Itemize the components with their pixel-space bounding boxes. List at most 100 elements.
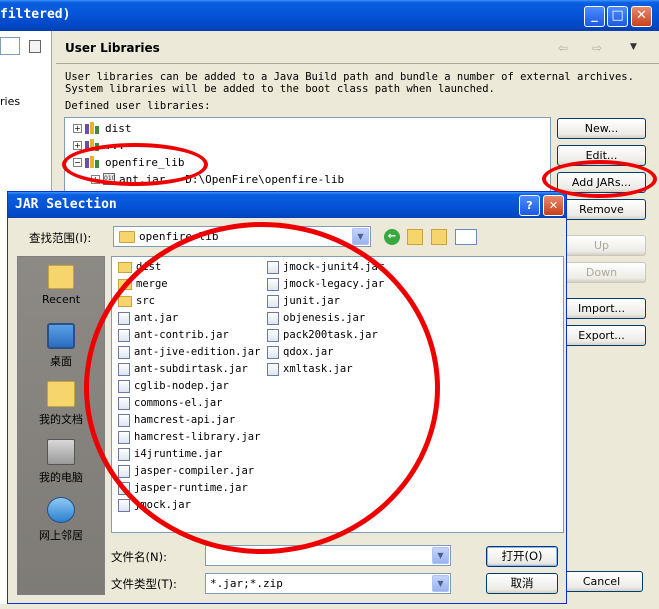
file-name: ant-contrib.jar (134, 329, 229, 341)
jar-file-icon (118, 345, 130, 359)
jar-file-icon (267, 362, 279, 376)
tree-item-user-libraries[interactable]: ries (0, 95, 20, 108)
jar-file-icon (118, 498, 130, 512)
new-library-button[interactable]: New... (557, 118, 646, 139)
maximize-button[interactable]: □ (607, 6, 628, 27)
jar-file-item[interactable]: ant-contrib.jar (118, 327, 229, 343)
jar-file-item[interactable]: qdox.jar (267, 344, 334, 360)
library-name: openfire_lib (105, 155, 185, 169)
folder-item[interactable]: merge (118, 276, 168, 292)
export-button[interactable]: Export... (557, 325, 646, 346)
file-name: merge (136, 278, 168, 290)
look-in-combo[interactable]: openfire-lib ▼ (113, 226, 371, 247)
jar-selection-dialog[interactable]: JAR Selection ? ✕ 查找范围(I): openfire-lib … (7, 191, 567, 604)
look-in-label: 查找范围(I): (29, 231, 92, 245)
preferences-title-bar[interactable]: filtered) _ □ ✕ (0, 0, 659, 31)
jar-file-item[interactable]: jmock.jar (118, 497, 191, 513)
place-network[interactable]: 网上邻居 (18, 497, 104, 543)
jar-file-item[interactable]: ant-subdirtask.jar (118, 361, 248, 377)
jar-file-item[interactable]: objenesis.jar (267, 310, 365, 326)
jar-file-item[interactable]: jasper-runtime.jar (118, 480, 248, 496)
jar-file-item[interactable]: ant.jar (118, 310, 178, 326)
jar-file-item[interactable]: jasper-compiler.jar (118, 463, 254, 479)
up-button[interactable]: Up (557, 235, 646, 256)
preferences-cancel-button[interactable]: Cancel (560, 571, 643, 592)
file-type-combo[interactable]: *.jar;*.zip ▼ (205, 573, 451, 594)
close-dialog-button[interactable]: ✕ (543, 195, 564, 216)
folder-icon (118, 261, 132, 273)
back-arrow-icon[interactable]: ⇦ (558, 41, 568, 55)
dialog-title: JAR Selection (15, 197, 117, 212)
jar-file-icon (267, 277, 279, 291)
add-jars-button[interactable]: Add JARs... (557, 172, 646, 193)
jar-file-item[interactable]: jmock-junit4.jar (267, 259, 384, 275)
cancel-button[interactable]: 取消 (486, 573, 558, 594)
close-window-button[interactable]: ✕ (631, 6, 652, 27)
place-my-documents[interactable]: 我的文档 (18, 381, 104, 427)
forward-arrow-icon[interactable]: ⇨ (592, 41, 602, 55)
import-button[interactable]: Import... (557, 298, 646, 319)
chevron-down-icon[interactable]: ▼ (352, 228, 369, 245)
jar-entry-row[interactable]: + 010 ant.jar - D:\OpenFire\openfire-lib (91, 171, 344, 187)
place-recent[interactable]: Recent (18, 265, 104, 306)
edit-library-button[interactable]: Edit... (557, 145, 646, 166)
new-folder-icon[interactable] (431, 229, 447, 245)
folder-item[interactable]: dist (118, 259, 161, 275)
filter-input[interactable] (0, 37, 20, 55)
down-button[interactable]: Down (557, 262, 646, 283)
folder-item[interactable]: src (118, 293, 155, 309)
jar-file-icon (267, 311, 279, 325)
up-folder-icon[interactable] (407, 229, 423, 245)
jar-file-item[interactable]: cglib-nodep.jar (118, 378, 229, 394)
jar-entry-label: ant.jar - D:\OpenFire\openfire-lib (119, 172, 345, 186)
jar-file-item[interactable]: i4jruntime.jar (118, 446, 223, 462)
file-name: commons-el.jar (134, 397, 223, 409)
file-name: junit.jar (283, 295, 340, 307)
file-name: ant.jar (134, 312, 179, 324)
expand-icon[interactable]: + (91, 174, 100, 184)
jar-file-icon (118, 447, 130, 461)
clear-filter-icon[interactable] (29, 40, 41, 53)
jar-file-icon (267, 345, 279, 359)
chevron-down-icon[interactable]: ▼ (432, 547, 449, 564)
folder-icon (118, 278, 132, 290)
jar-file-icon (118, 396, 130, 410)
help-button[interactable]: ? (519, 195, 540, 216)
remove-button[interactable]: Remove (557, 199, 646, 220)
place-my-computer[interactable]: 我的电脑 (18, 439, 104, 485)
jar-file-item[interactable]: pack200task.jar (267, 327, 378, 343)
file-list[interactable]: dist merge src ant.jar ant-contrib.jar ant-ji… (111, 256, 564, 533)
jar-file-item[interactable]: junit.jar (267, 293, 340, 309)
folder-icon (119, 231, 135, 243)
jar-file-item[interactable]: ant-jive-edition.jar (118, 344, 260, 360)
view-menu-icon[interactable]: ▼ (630, 42, 637, 52)
file-name: jmock-junit4.jar (283, 261, 385, 273)
user-libraries-tree[interactable]: + dist + ... − openfire_lib + 010 ant.ja… (64, 117, 551, 197)
open-button[interactable]: 打开(O) (486, 546, 558, 567)
jar-file-item[interactable]: xmltask.jar (267, 361, 353, 377)
back-icon[interactable]: ← (384, 229, 400, 245)
jar-file-icon (118, 328, 130, 342)
collapse-icon[interactable]: − (73, 157, 82, 167)
place-desktop[interactable]: 桌面 (18, 323, 104, 369)
expand-icon[interactable]: + (73, 123, 82, 133)
file-name: qdox.jar (283, 346, 334, 358)
library-row[interactable]: + ... (73, 137, 125, 153)
library-row-openfire-lib[interactable]: − openfire_lib (73, 154, 184, 170)
chevron-down-icon[interactable]: ▼ (432, 575, 449, 592)
view-menu-icon[interactable] (455, 229, 477, 245)
jar-file-item[interactable]: hamcrest-library.jar (118, 429, 260, 445)
jar-file-icon (118, 464, 130, 478)
jar-file-item[interactable]: commons-el.jar (118, 395, 223, 411)
dialog-title-bar[interactable]: JAR Selection ? ✕ (8, 192, 566, 218)
minimize-button[interactable]: _ (584, 6, 605, 27)
file-name-input[interactable]: ▼ (205, 545, 451, 566)
jar-file-item[interactable]: hamcrest-api.jar (118, 412, 235, 428)
file-type-value: *.jar;*.zip (210, 577, 283, 590)
expand-icon[interactable]: + (73, 140, 82, 150)
jar-file-item[interactable]: jmock-legacy.jar (267, 276, 384, 292)
file-name: i4jruntime.jar (134, 448, 223, 460)
jar-file-icon (118, 430, 130, 444)
file-name: pack200task.jar (283, 329, 378, 341)
library-row-dist[interactable]: + dist (73, 120, 132, 136)
